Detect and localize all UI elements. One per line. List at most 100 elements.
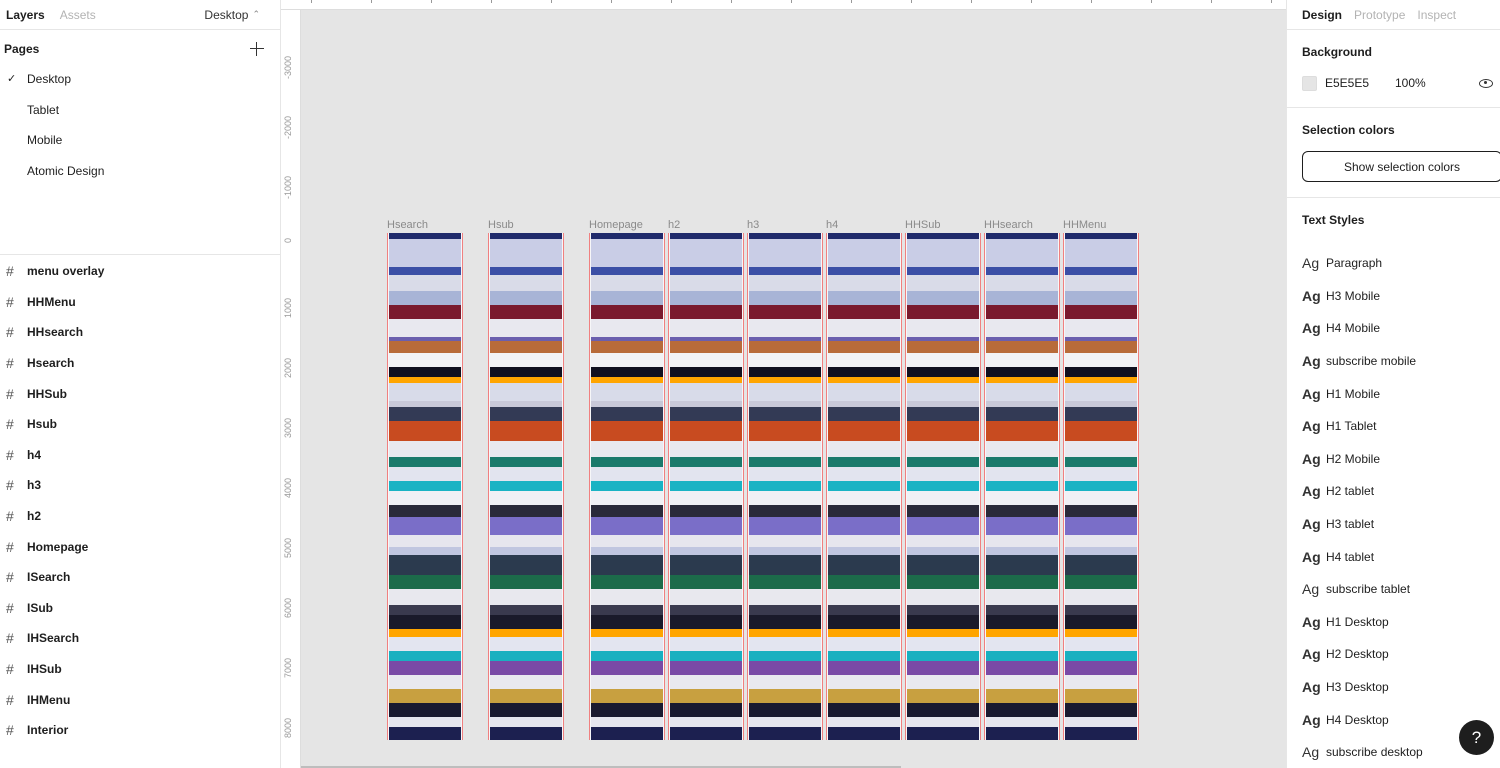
frame-thumbnail-block [1065,651,1137,661]
text-style-item[interactable]: Ag H3 Desktop [1302,671,1485,704]
page-selector[interactable]: Desktop ⌃ [204,8,260,22]
frame-thumbnail-block [490,267,562,275]
background-hex[interactable]: E5E5E5 [1325,76,1395,90]
text-style-item[interactable]: Ag H2 tablet [1302,475,1485,508]
text-style-item[interactable]: Ag subscribe desktop [1302,736,1485,768]
canvas[interactable]: -3000 -2000 -1000 0 1000 2000 3000 4000 5000 6000… [281,0,1286,768]
text-style-item[interactable]: Ag H4 Desktop [1302,703,1485,736]
layer-item[interactable]: # ISub [0,593,280,624]
layer-item[interactable]: # Interior [0,715,280,746]
help-button[interactable]: ? [1459,720,1494,755]
eye-icon[interactable] [1479,78,1493,88]
layer-item[interactable]: # Homepage [0,531,280,562]
layer-item[interactable]: # h4 [0,440,280,471]
frame-thumbnail-block [986,727,1058,740]
frame-thumbnail-block [389,637,461,651]
layer-item[interactable]: # IHSub [0,654,280,685]
text-style-item[interactable]: Ag H3 Mobile [1302,280,1485,313]
frame[interactable] [589,233,665,740]
frame[interactable] [387,233,463,740]
frame-thumbnail-block [907,305,979,319]
frame-thumbnail-block [986,491,1058,505]
frame-label[interactable]: Hsub [488,219,514,231]
frame-label[interactable]: HHsearch [984,219,1033,231]
layer-item-label: IHSearch [27,631,80,646]
ruler-tick [311,0,312,3]
tab-inspect[interactable]: Inspect [1417,8,1456,22]
page-item[interactable]: Mobile [0,125,280,156]
ruler-label: 7000 [283,658,293,679]
layer-item[interactable]: # IHSearch [0,623,280,654]
layer-item[interactable]: # h3 [0,470,280,501]
text-style-item[interactable]: Ag subscribe mobile [1302,345,1485,378]
tab-prototype[interactable]: Prototype [1354,8,1405,22]
background-swatch[interactable] [1302,75,1317,91]
layer-item[interactable]: # IHMenu [0,684,280,715]
frame-thumbnail-block [591,353,663,367]
text-style-item[interactable]: Ag H1 Mobile [1302,377,1485,410]
tab-layers[interactable]: Layers [6,8,45,22]
text-style-item[interactable]: Ag Paragraph [1302,247,1485,280]
tab-assets[interactable]: Assets [60,8,96,22]
layer-item[interactable]: # Hsub [0,409,280,440]
frame-thumbnail-block [389,319,461,337]
layer-item[interactable]: # ISearch [0,562,280,593]
frame-thumbnail-block [389,547,461,555]
frame-thumbnail-block [828,517,900,535]
frame-thumbnail-block [749,727,821,740]
show-selection-colors-button[interactable]: Show selection colors [1302,151,1500,182]
frame-label[interactable]: Hsearch [387,219,428,231]
text-style-name: Paragraph [1326,256,1383,271]
page-item[interactable]: Atomic Design [0,156,280,187]
layer-item[interactable]: # HHMenu [0,287,280,318]
frame[interactable] [826,233,902,740]
frame-label[interactable]: h2 [668,219,680,231]
frame[interactable] [984,233,1060,740]
frame-label[interactable]: h4 [826,219,838,231]
frame-thumbnail-block [670,661,742,675]
frame-label[interactable]: Homepage [589,219,643,231]
frame-thumbnail-block [907,517,979,535]
frame-thumbnail-block [828,491,900,505]
layer-item[interactable]: # h2 [0,501,280,532]
frame[interactable] [488,233,564,740]
pages-list: ✓ Desktop Tablet Mobile Atomic Design [0,64,280,254]
layer-item[interactable]: # HHSub [0,378,280,409]
frame-thumbnail-block [389,651,461,661]
frame[interactable] [1063,233,1139,740]
frame-thumbnail-block [490,491,562,505]
layer-item[interactable]: # HHsearch [0,317,280,348]
pages-header: Pages [0,30,280,68]
text-style-item[interactable]: Ag H4 Mobile [1302,312,1485,345]
text-style-glyph: Ag [1302,287,1321,304]
layer-item[interactable]: # Hsearch [0,348,280,379]
frame-label[interactable]: HHMenu [1063,219,1106,231]
layer-item[interactable]: # menu overlay [0,256,280,287]
background-opacity[interactable]: 100% [1395,76,1426,90]
frame-thumbnail-block [907,555,979,575]
frame[interactable] [747,233,823,740]
add-page-icon[interactable] [250,42,264,56]
frame-thumbnail-block [749,267,821,275]
frame[interactable] [668,233,744,740]
text-style-item[interactable]: Ag H4 tablet [1302,540,1485,573]
frame-thumbnail-block [828,367,900,377]
frame-thumbnail-block [749,555,821,575]
text-style-item[interactable]: Ag H2 Desktop [1302,638,1485,671]
frame[interactable] [905,233,981,740]
tab-design[interactable]: Design [1302,8,1342,22]
frame-thumbnail-block [828,605,900,615]
frame-thumbnail-block [1065,353,1137,367]
frame-icon: # [6,324,14,341]
frame-label[interactable]: HHSub [905,219,940,231]
text-style-item[interactable]: Ag H2 Mobile [1302,443,1485,476]
frame-icon: # [6,691,14,708]
frame-thumbnail-block [1065,491,1137,505]
text-style-item[interactable]: Ag subscribe tablet [1302,573,1485,606]
page-item[interactable]: ✓ Desktop [0,64,280,95]
text-style-item[interactable]: Ag H3 tablet [1302,508,1485,541]
frame-label[interactable]: h3 [747,219,759,231]
page-item[interactable]: Tablet [0,95,280,126]
text-style-item[interactable]: Ag H1 Desktop [1302,606,1485,639]
text-style-item[interactable]: Ag H1 Tablet [1302,410,1485,443]
